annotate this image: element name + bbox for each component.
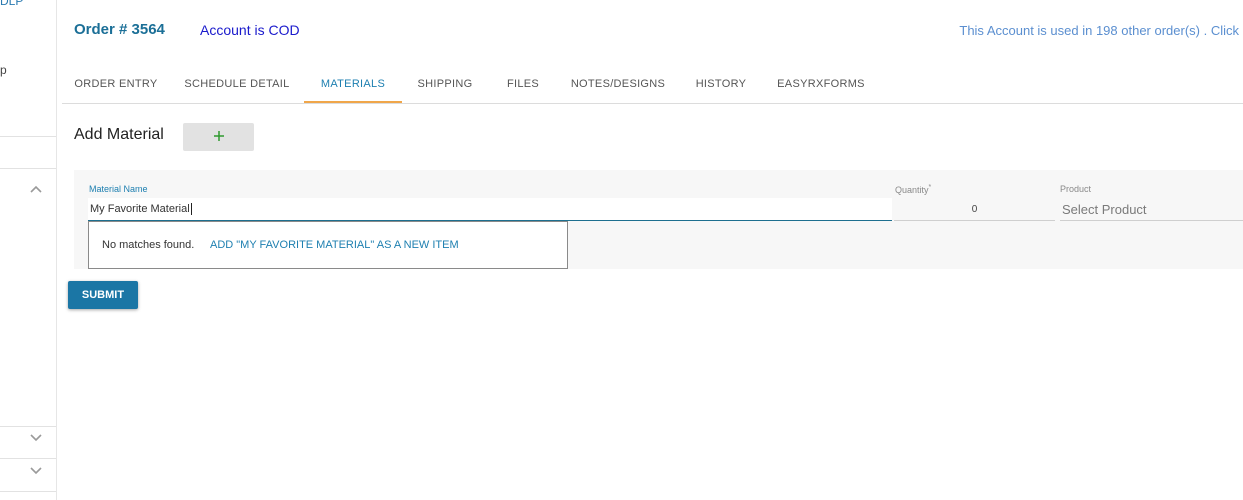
material-suggestions-dropdown: No matches found. ADD "MY FAVORITE MATER… xyxy=(88,221,568,269)
add-as-new-item-link[interactable]: ADD "MY FAVORITE MATERIAL" AS A NEW ITEM xyxy=(210,239,459,251)
add-material-button[interactable] xyxy=(183,123,254,151)
submit-button[interactable]: SUBMIT xyxy=(68,281,138,309)
no-matches-text: No matches found. xyxy=(102,239,195,251)
tab-materials[interactable]: MATERIALS xyxy=(304,66,402,103)
add-material-label: Add Material xyxy=(74,126,164,143)
account-status: Account is COD xyxy=(200,22,300,38)
chevron-up-icon[interactable] xyxy=(29,183,43,197)
material-name-label: Material Name xyxy=(89,184,148,194)
tab-easyrxforms[interactable]: EASYRXFORMS xyxy=(774,66,868,103)
material-name-input[interactable]: My Favorite Material xyxy=(88,198,892,221)
tab-files[interactable]: FILES xyxy=(496,66,550,103)
sidebar: DLP p xyxy=(0,0,57,500)
product-label: Product xyxy=(1060,184,1092,194)
sidebar-divider xyxy=(0,426,56,427)
quantity-label-text: Quantity xyxy=(895,185,929,195)
chevron-down-icon[interactable] xyxy=(29,430,43,444)
product-select[interactable]: Select Product xyxy=(1060,199,1243,221)
sidebar-divider xyxy=(0,136,56,137)
sidebar-divider xyxy=(0,168,56,169)
quantity-input[interactable]: 0 xyxy=(894,199,1055,221)
plus-icon xyxy=(213,130,225,145)
sidebar-divider xyxy=(0,458,56,459)
quantity-label: Quantity* xyxy=(895,184,931,195)
material-name-value: My Favorite Material xyxy=(90,203,190,215)
account-usage-link[interactable]: This Account is used in 198 other order(… xyxy=(959,23,1239,38)
order-title: Order # 3564 xyxy=(74,21,165,38)
tab-order-entry[interactable]: ORDER ENTRY xyxy=(62,66,170,103)
tab-bar: ORDER ENTRY SCHEDULE DETAIL MATERIALS SH… xyxy=(62,66,1243,104)
required-mark: * xyxy=(928,184,932,191)
sidebar-fragment-top[interactable]: DLP xyxy=(0,0,23,8)
tab-history[interactable]: HISTORY xyxy=(688,66,754,103)
tab-schedule-detail[interactable]: SCHEDULE DETAIL xyxy=(172,66,302,103)
sidebar-divider xyxy=(0,491,56,492)
tab-notes-designs[interactable]: NOTES/DESIGNS xyxy=(564,66,672,103)
chevron-down-icon[interactable] xyxy=(29,463,43,477)
sidebar-fragment-mid[interactable]: p xyxy=(0,63,7,77)
tab-shipping[interactable]: SHIPPING xyxy=(408,66,482,103)
text-caret xyxy=(190,203,192,216)
